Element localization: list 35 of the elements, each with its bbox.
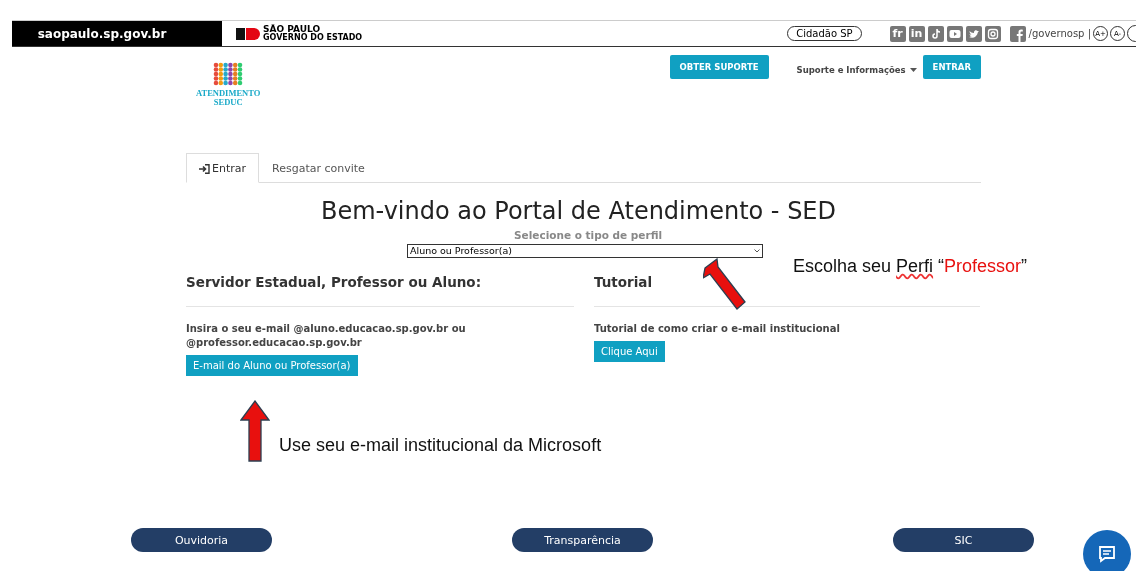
footer-button[interactable]: Transparência [512,528,653,552]
social-link[interactable]: in [908,25,925,42]
social-link[interactable]: fr [889,25,906,42]
brand-title: SÃO PAULO [263,25,321,34]
state-logo-icon [236,27,260,40]
caret-icon [909,68,917,72]
annotation-text: Use seu e-mail institucional da Microsoft [279,435,602,456]
logo-text: SEDUC [213,97,243,106]
social-handle[interactable]: /governosp | [1028,28,1091,39]
facebook-icon[interactable] [1009,25,1026,42]
login-icon [199,163,210,174]
footer-button[interactable]: Ouvidoria [131,528,272,552]
tab[interactable]: Entrar [186,153,260,183]
instruction-text: Insira o seu e-mail @aluno.educacao.sp.gov.br ou @professor.educacao.sp.gov.br [186,322,467,350]
instagram-icon[interactable] [984,25,1001,42]
tutorial-text: Tutorial de como criar o e-mail institucional [594,322,841,336]
chat-icon [1097,544,1117,564]
tab[interactable]: Resgatar convite [259,153,378,183]
annotation-text: Escolha seu Perfi “Professor” [793,256,1028,277]
youtube-icon[interactable] [946,25,963,42]
cidadao-button[interactable]: Cidadão SP [787,26,862,41]
bird-icon[interactable] [965,25,982,42]
brand-subtitle: GOVERNO DO ESTADO [263,34,363,42]
footer-button[interactable]: SIC [893,528,1034,552]
tiktok-icon[interactable] [927,25,944,42]
section-heading: Servidor Estadual, Professor ou Aluno: [186,274,574,307]
profile-label: Selecione o tipo de perfil [514,229,664,241]
chat-button[interactable] [1083,530,1131,571]
site-domain[interactable]: saopaulo.sp.gov.br [12,21,222,46]
pointer-arrow [240,400,270,462]
logo-text: ATENDIMENTO [196,89,261,98]
support-info-menu[interactable]: Suporte e Informações [796,58,923,82]
chevron-icon [754,249,760,253]
profile-select[interactable]: Aluno ou Professor(a) [407,244,763,258]
page-title: Bem-vindo ao Portal de Atendimento - SED [321,197,837,225]
